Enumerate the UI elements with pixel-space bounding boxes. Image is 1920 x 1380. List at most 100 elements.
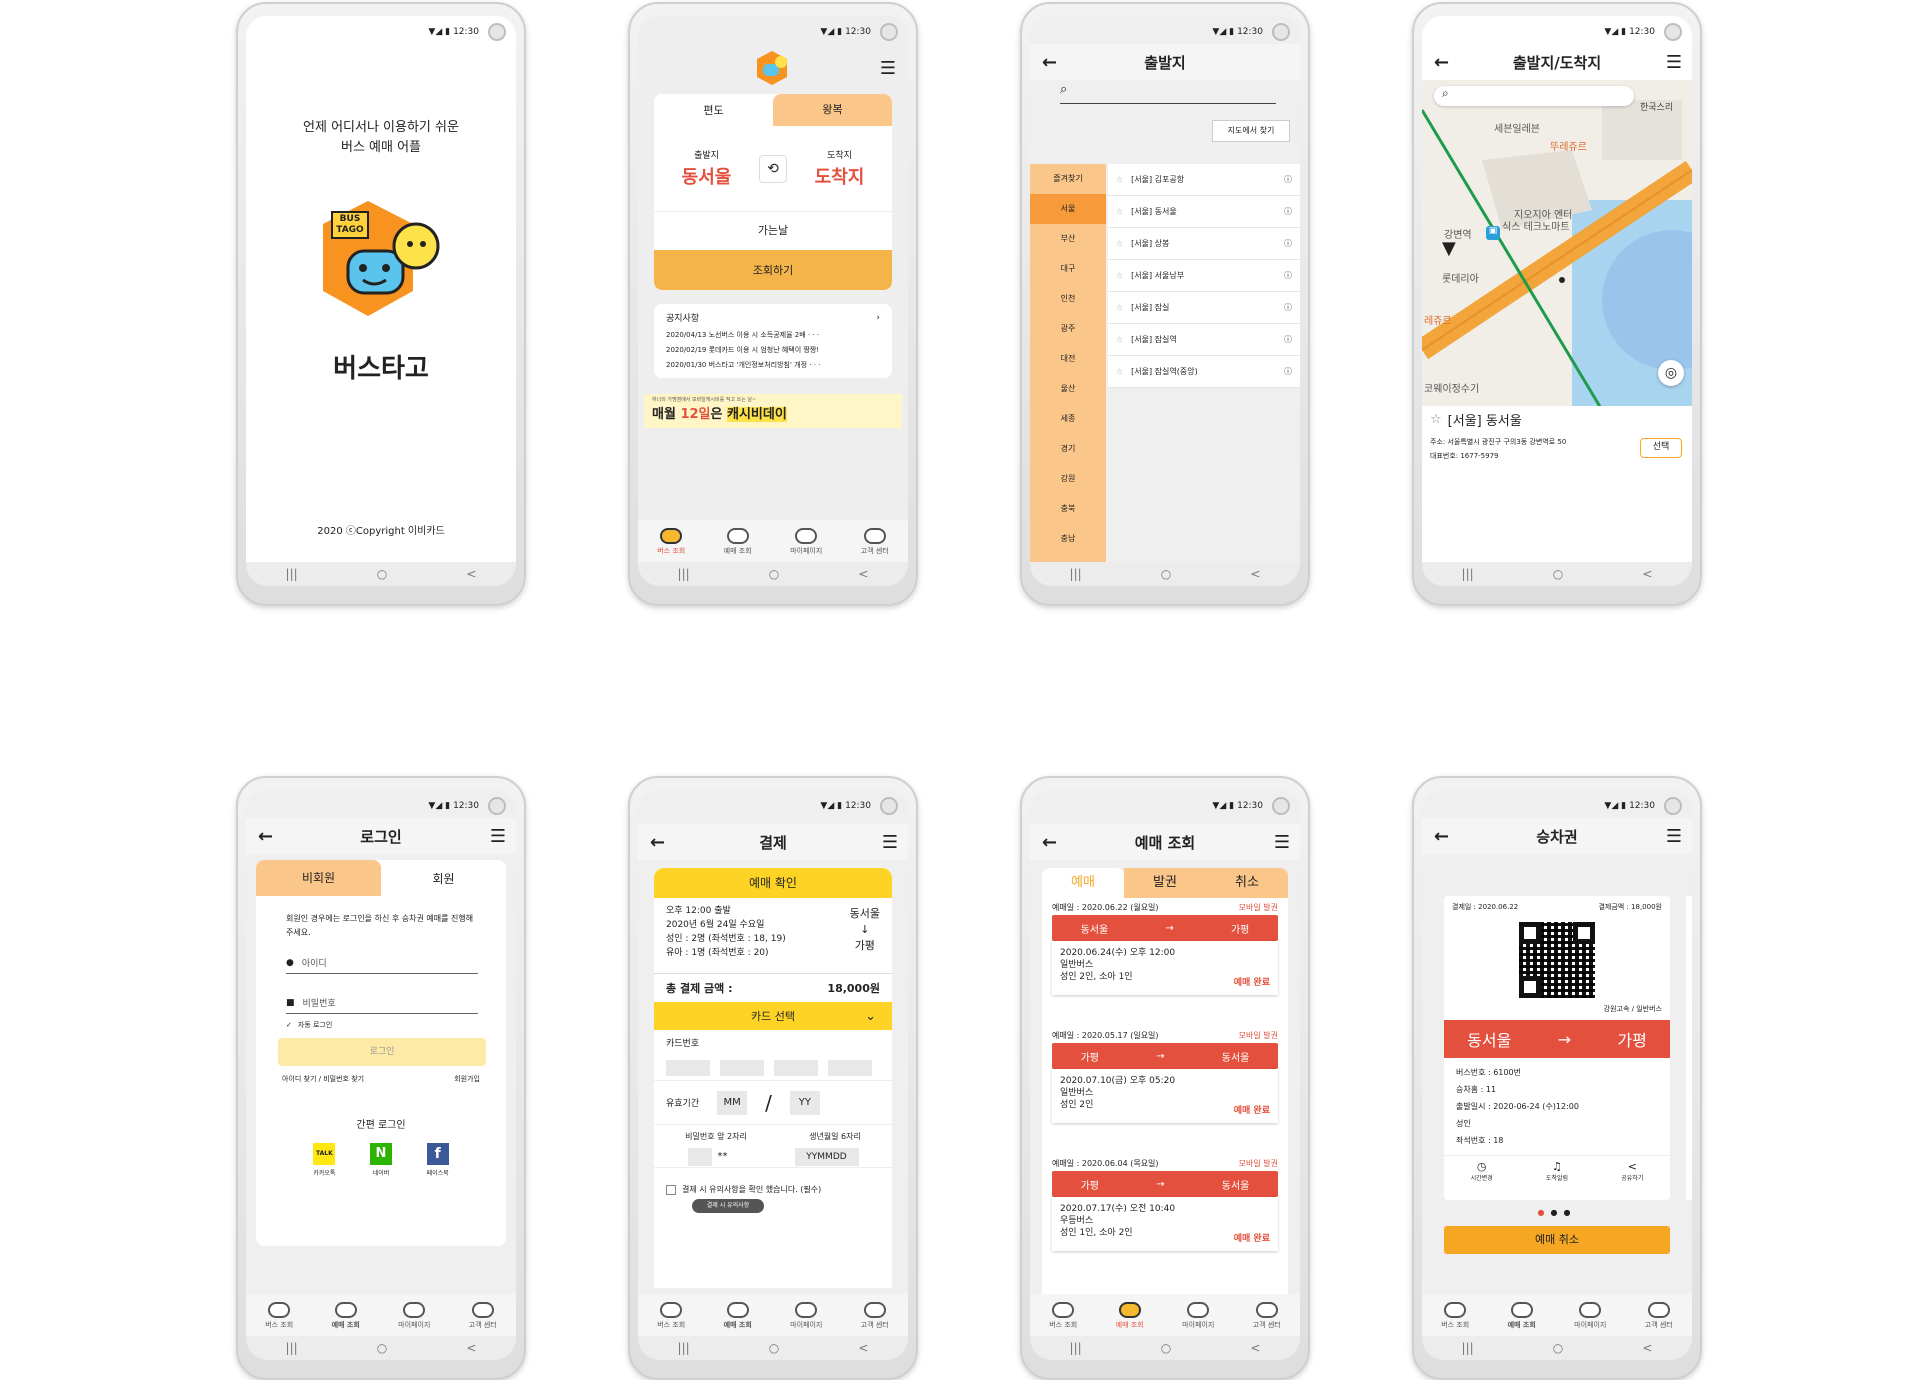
promo-banner[interactable]: 하나의 가맹점에서 모바일캐시비를 적고 쓰는 날~ 매월 12일은 캐시비데이 [644,394,902,428]
region-item[interactable]: 충북 [1030,494,1106,524]
info-icon[interactable]: ⓘ [1284,302,1292,313]
terminal-item[interactable]: ☆ [서울] 동서울 ⓘ [1108,196,1300,228]
terminal-item[interactable]: ☆ [서울] 서울남부 ⓘ [1108,260,1300,292]
signup-link[interactable]: 회원가입 [454,1074,480,1084]
star-icon[interactable]: ☆ [1116,303,1123,312]
terminal-item[interactable]: ☆ [서울] 김포공항 ⓘ [1108,164,1300,196]
nav-booking[interactable]: 예매 조회 [332,1302,360,1330]
star-icon[interactable]: ☆ [1116,367,1123,376]
region-item[interactable]: 세종 [1030,404,1106,434]
nav-booking[interactable]: 예매 조회 [1508,1302,1536,1330]
nav-bus-search[interactable]: 버스 조회 [657,528,685,556]
tab-oneway[interactable]: 편도 [654,102,773,118]
history-item[interactable]: 예매일 : 2020.06.22 (월요일) 모바일 발권 동서울 → 가평 2020… [1052,902,1278,1030]
region-item[interactable]: 대구 [1030,254,1106,284]
back-arrow-icon[interactable]: ← [1434,826,1449,847]
nav-bus-search[interactable]: 버스 조회 [1049,1302,1077,1330]
swap-icon[interactable]: ⟲ [759,154,787,183]
login-button[interactable]: 로그인 [278,1038,486,1066]
notice-item[interactable]: 2020/01/30 버스타고 '개인정보처리방침' 개정 · · · [666,358,880,373]
history-item[interactable]: 예매일 : 2020.06.04 (목요일) 모바일 발권 가평 → 동서울 2020… [1052,1158,1278,1286]
nav-booking[interactable]: 예매 조회 [724,1302,752,1330]
search-input[interactable]: ⌕ [1060,82,1276,104]
tab-guest[interactable]: 비회원 [256,860,381,896]
info-icon[interactable]: ⓘ [1284,366,1292,377]
card-number-input[interactable] [654,1055,892,1081]
nav-cs[interactable]: 고객 센터 [1645,1302,1673,1330]
terminal-item[interactable]: ☆ [서울] 상봉 ⓘ [1108,228,1300,260]
id-field[interactable]: ● 아이디 [286,952,478,974]
nav-mypage[interactable]: 마이페이지 [790,528,822,556]
map-search-button[interactable]: 지도에서 찾기 [1212,120,1290,142]
star-icon[interactable]: ☆ [1116,335,1123,344]
region-item[interactable]: 부산 [1030,224,1106,254]
info-icon[interactable]: ⓘ [1284,174,1292,185]
expiry-month-input[interactable]: MM [717,1090,748,1115]
menu-icon[interactable]: ☰ [490,826,506,847]
find-account-link[interactable]: 아이디 찾기 / 비밀번호 찾기 [282,1074,364,1084]
birthdate-input[interactable]: YYMMDD [794,1147,859,1166]
terminal-item[interactable]: ☆ [서울] 잠실 ⓘ [1108,292,1300,324]
nav-booking[interactable]: 예매 조회 [1116,1302,1144,1330]
region-item[interactable]: 즐겨찾기 [1030,164,1106,194]
auto-login-checkbox[interactable]: ✓ 자동 로그인 [286,1020,476,1030]
notice-item[interactable]: 2020/02/19 롯데카드 이용 시 엄청난 혜택이 짱짱! [666,343,880,358]
nav-mypage[interactable]: 마이페이지 [1574,1302,1606,1330]
date-selector[interactable]: 가는날 [654,212,892,250]
menu-icon[interactable]: ☰ [1274,832,1290,853]
back-arrow-icon[interactable]: ← [1434,52,1449,73]
info-icon[interactable]: ⓘ [1284,238,1292,249]
cancel-booking-button[interactable]: 예매 취소 [1444,1226,1670,1254]
back-arrow-icon[interactable]: ← [258,826,273,847]
nav-cs[interactable]: 고객 센터 [469,1302,497,1330]
tab-roundtrip[interactable]: 왕복 [773,94,892,126]
terminal-item[interactable]: ☆ [서울] 잠실역 ⓘ [1108,324,1300,356]
back-arrow-icon[interactable]: ← [1042,832,1057,853]
nav-bus-search[interactable]: 버스 조회 [1441,1302,1469,1330]
star-icon[interactable]: ☆ [1116,207,1123,216]
card-select-dropdown[interactable]: 카드 선택 ⌄ [654,1002,892,1030]
star-icon[interactable]: ☆ [1116,271,1123,280]
info-icon[interactable]: ⓘ [1284,334,1292,345]
password-field[interactable]: ■ 비밀번호 [286,992,478,1014]
menu-icon[interactable]: ☰ [880,58,896,79]
nav-mypage[interactable]: 마이페이지 [790,1302,822,1330]
share-button[interactable]: < 공유하기 [1621,1160,1643,1182]
menu-icon[interactable]: ☰ [1666,52,1682,73]
nav-bus-search[interactable]: 버스 조회 [265,1302,293,1330]
tab-member[interactable]: 회원 [381,870,506,887]
info-icon[interactable]: ⓘ [1284,206,1292,217]
region-item-selected[interactable]: 서울 [1030,194,1106,224]
back-arrow-icon[interactable]: ← [1042,52,1057,73]
map-view[interactable]: ⌕ 한국스리 세븐일레븐 뚜레쥬르 지오지아 엔터 식스 테크노마트 강변역 ▣… [1422,80,1692,406]
locate-me-icon[interactable]: ◎ [1658,360,1684,386]
menu-icon[interactable]: ☰ [1666,826,1682,847]
region-item[interactable]: 충남 [1030,524,1106,554]
arrival-alarm-button[interactable]: ♫ 도착알림 [1546,1160,1568,1182]
expiry-year-input[interactable]: YY [789,1090,820,1115]
region-item[interactable]: 대전 [1030,344,1106,374]
agree-checkbox[interactable]: 결제 시 유의사항을 확인 했습니다. (필수) [654,1168,892,1195]
payment-notice-chip[interactable]: 결제 시 유의사항 [692,1199,764,1213]
star-icon[interactable]: ☆ [1430,412,1442,427]
region-item[interactable]: 강원 [1030,464,1106,494]
departure-selector[interactable]: 출발지 동서울 [654,148,759,189]
region-item[interactable]: 울산 [1030,374,1106,404]
region-item[interactable]: 경기 [1030,434,1106,464]
tab-issued[interactable]: 발권 [1124,868,1206,898]
history-item[interactable]: 예매일 : 2020.05.17 (일요일) 모바일 발권 가평 → 동서울 2020… [1052,1030,1278,1158]
info-icon[interactable]: ⓘ [1284,270,1292,281]
card-password-input[interactable] [687,1147,712,1166]
facebook-login[interactable]: f 페이스북 [427,1143,449,1177]
map-search-input[interactable]: ⌕ [1434,86,1634,106]
terminal-item[interactable]: ☆ [서울] 잠실역(중앙) ⓘ [1108,356,1300,388]
nav-mypage[interactable]: 마이페이지 [398,1302,430,1330]
nav-cs[interactable]: 고객 센터 [861,1302,889,1330]
back-arrow-icon[interactable]: ← [650,832,665,853]
arrival-selector[interactable]: 도착지 도착지 [787,148,892,189]
menu-icon[interactable]: ☰ [882,832,898,853]
star-icon[interactable]: ☆ [1116,239,1123,248]
nav-mypage[interactable]: 마이페이지 [1182,1302,1214,1330]
nav-cs[interactable]: 고객 센터 [1253,1302,1281,1330]
nav-bus-search[interactable]: 버스 조회 [657,1302,685,1330]
